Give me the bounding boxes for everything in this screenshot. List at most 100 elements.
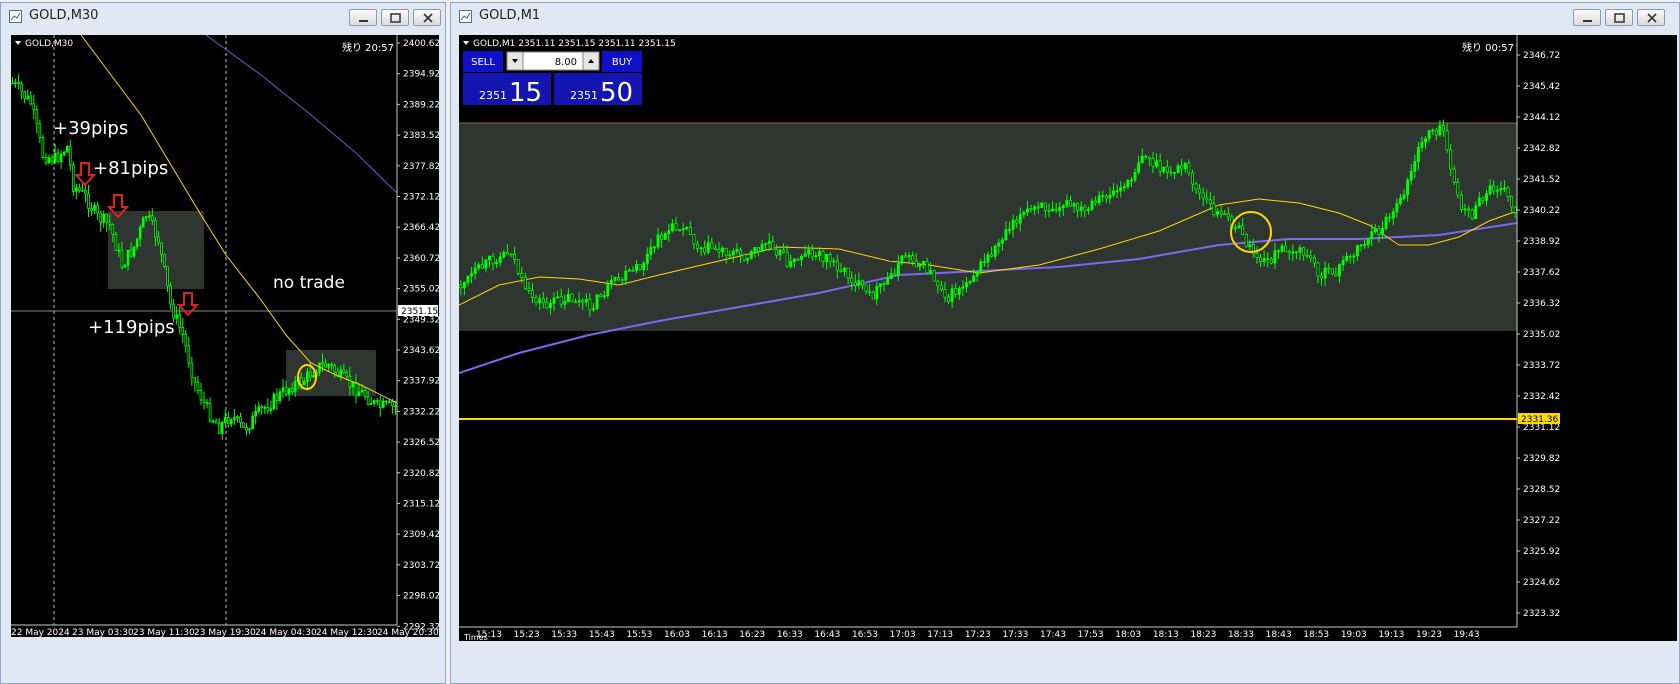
- candle-body: [685, 226, 689, 230]
- candle-body: [660, 234, 664, 240]
- maximize-button[interactable]: [381, 9, 409, 26]
- price-tick-label: 2345.42: [1523, 82, 1560, 92]
- candle-body: [299, 376, 303, 386]
- candle-body: [147, 215, 151, 218]
- candle-body: [552, 297, 556, 304]
- candle-body: [1513, 206, 1517, 213]
- time-tick-label: 16:23: [739, 630, 765, 640]
- bar-countdown: 残り 00:57: [1462, 41, 1514, 54]
- candle-body: [1373, 228, 1377, 233]
- chart-area-m30[interactable]: +39pips +81pips +119pips no trade GOLD,M30 残り…: [11, 35, 439, 637]
- candle-body: [1485, 193, 1488, 201]
- candle-body: [581, 300, 585, 303]
- candle-body: [281, 387, 285, 393]
- price-tick-label: 2337.92: [403, 377, 439, 387]
- candle-body: [527, 287, 531, 291]
- candle-body: [1047, 209, 1051, 212]
- maximize-button[interactable]: [1605, 9, 1633, 26]
- candle-body: [868, 290, 872, 293]
- candle-body: [459, 284, 463, 289]
- minimize-button[interactable]: [349, 9, 377, 26]
- lot-size-value[interactable]: 8.00: [555, 57, 577, 68]
- candle-body: [1233, 227, 1237, 230]
- candle-body: [696, 243, 699, 249]
- candle-body: [1291, 251, 1295, 254]
- candle-body: [1155, 160, 1159, 167]
- candle-body: [1510, 196, 1514, 208]
- candle-body: [749, 250, 753, 259]
- minimize-icon: [359, 20, 368, 22]
- candle-body: [663, 233, 667, 240]
- candle-body: [1477, 197, 1481, 207]
- candle-body: [321, 362, 324, 365]
- candle-body: [921, 261, 925, 266]
- candle-body: [1133, 172, 1137, 181]
- price-tick-label: 2343.62: [403, 346, 439, 356]
- candle-body: [342, 369, 346, 373]
- buy-button-label[interactable]: BUY: [612, 57, 633, 68]
- candle-body: [1320, 275, 1324, 279]
- candle-body: [1079, 206, 1083, 211]
- candle-body: [681, 228, 685, 231]
- candle-body: [1043, 202, 1047, 211]
- candle-body: [1162, 166, 1166, 172]
- times-label: Times: [463, 633, 488, 641]
- candle-body: [1004, 229, 1008, 241]
- close-button[interactable]: [1637, 9, 1665, 26]
- candle-body: [1384, 216, 1388, 229]
- candle-body: [728, 254, 732, 257]
- candle-body: [505, 252, 509, 255]
- sell-button-label[interactable]: SELL: [471, 57, 495, 68]
- candle-body: [939, 285, 943, 290]
- price-tick-label: 2360.72: [403, 254, 439, 264]
- chart-area-m1[interactable]: GOLD,M1 2351.11 2351.15 2351.11 2351.15 残…: [459, 35, 1677, 641]
- candle-body: [123, 264, 127, 268]
- time-tick-label: 24 May 20:30: [377, 628, 439, 637]
- time-tick-label: 24 May 04:30: [255, 628, 317, 637]
- candle-body: [1173, 172, 1176, 174]
- price-tick-label: 2337.62: [1523, 268, 1560, 278]
- price-tick-label: 2336.32: [1523, 299, 1560, 309]
- candle-body: [1445, 130, 1449, 150]
- window-titlebar[interactable]: GOLD,M1: [451, 3, 1679, 31]
- time-tick-label: 18:03: [1115, 630, 1141, 640]
- candle-body: [1212, 203, 1216, 215]
- candle-body: [577, 300, 581, 303]
- candle-body: [96, 204, 99, 214]
- candle-body: [570, 293, 574, 303]
- close-button[interactable]: [413, 9, 441, 26]
- time-tick-label: 16:43: [814, 630, 840, 640]
- chart-window-icon: [9, 10, 22, 23]
- candle-body: [950, 288, 954, 303]
- pips-annotation: +81pips: [93, 158, 168, 179]
- candle-body: [287, 388, 291, 395]
- candle-body: [1076, 203, 1080, 211]
- price-tick-label: 2333.72: [1523, 361, 1560, 371]
- minimize-button[interactable]: [1573, 9, 1601, 26]
- candle-body: [1312, 257, 1316, 264]
- candle-body: [360, 389, 364, 393]
- price-tick-label: 2355.02: [403, 285, 439, 295]
- candle-body: [351, 381, 355, 388]
- candle-body: [782, 249, 786, 253]
- candle-body: [1259, 257, 1263, 262]
- dropdown-triangle-icon[interactable]: [15, 41, 21, 45]
- candle-body: [254, 411, 257, 417]
- candle-body: [520, 272, 524, 278]
- candle-body: [767, 241, 771, 244]
- candle-body: [929, 270, 933, 274]
- time-tick-label: 17:43: [1040, 630, 1066, 640]
- candle-body: [932, 270, 936, 282]
- candle-body: [477, 264, 481, 269]
- window-titlebar[interactable]: GOLD,M30: [1, 3, 445, 31]
- candle-body: [954, 288, 958, 295]
- candle-body: [1129, 179, 1133, 182]
- maximize-icon: [1614, 13, 1625, 23]
- candle-body: [756, 247, 760, 252]
- candle-body: [1151, 158, 1155, 167]
- candle-body: [1255, 253, 1259, 258]
- dropdown-triangle-icon[interactable]: [463, 41, 469, 45]
- candle-body: [516, 258, 520, 274]
- time-tick-label: 17:33: [1002, 630, 1028, 640]
- candle-body: [617, 277, 621, 281]
